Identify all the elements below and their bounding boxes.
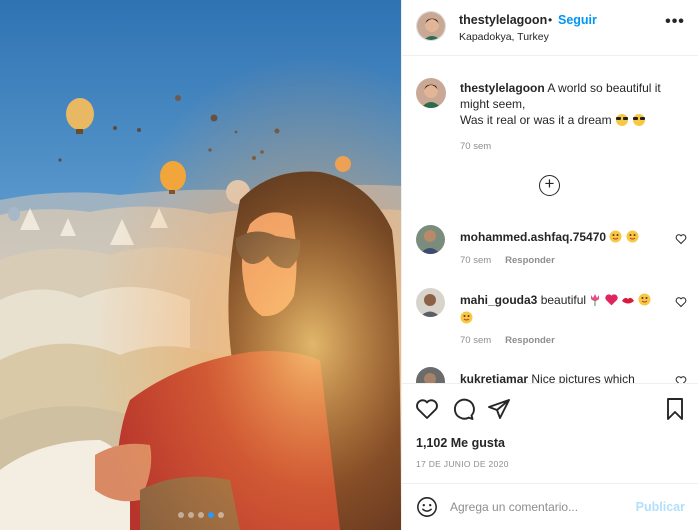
- share-send-icon[interactable]: [487, 397, 511, 421]
- commenter-avatar[interactable]: [416, 225, 445, 254]
- carousel-dot[interactable]: [187, 512, 194, 518]
- commenter-avatar[interactable]: [416, 367, 445, 383]
- heart-emoji-icon: [605, 294, 618, 310]
- carousel-dot-active[interactable]: [207, 512, 214, 518]
- face-emoji-icon: [460, 311, 473, 328]
- comment-text: mahi_gouda3 beautiful: [460, 292, 668, 328]
- carousel-dot[interactable]: [197, 512, 204, 518]
- face-emoji-icon: [638, 293, 651, 310]
- instagram-post: thestylelagoon • Seguir Kapadokya, Turke…: [0, 0, 698, 530]
- comment-username[interactable]: mohammed.ashfaq.75470: [460, 230, 606, 244]
- likes-count[interactable]: 1,102 Me gusta: [416, 436, 505, 450]
- face-emoji-icon: [609, 230, 622, 247]
- carousel-dot[interactable]: [177, 512, 184, 518]
- like-comment-icon[interactable]: [675, 233, 687, 245]
- post-actions: 1,102 Me gusta 17 DE JUNIO DE 2020 Publi…: [402, 383, 698, 530]
- carousel-dot[interactable]: [217, 512, 224, 518]
- comment-meta: 70 sem Responder: [460, 335, 555, 346]
- tulip-emoji-icon: [589, 293, 601, 310]
- comment-timestamp[interactable]: 70 sem: [460, 335, 491, 346]
- face-emoji-icon: [626, 230, 639, 247]
- reply-button[interactable]: Responder: [505, 335, 555, 346]
- follow-button[interactable]: Seguir: [558, 13, 597, 27]
- comment-username[interactable]: mahi_gouda3: [460, 293, 537, 307]
- like-comment-icon[interactable]: [675, 375, 687, 383]
- comment-username[interactable]: kukretiamar: [460, 372, 528, 383]
- sunglasses-emoji-icon: [632, 114, 646, 130]
- comment-body: Nice pictures which: [531, 372, 635, 383]
- comment-meta: 70 sem Responder: [460, 255, 555, 266]
- post-location[interactable]: Kapadokya, Turkey: [459, 31, 549, 43]
- like-heart-icon[interactable]: [415, 397, 439, 421]
- post-date[interactable]: 17 DE JUNIO DE 2020: [416, 459, 509, 469]
- emoji-smile-icon[interactable]: [416, 496, 438, 518]
- commenter-avatar[interactable]: [416, 288, 445, 317]
- caption-timestamp[interactable]: 70 sem: [460, 141, 491, 152]
- caption-text: thestylelagoon A world so beautiful it m…: [460, 80, 682, 130]
- comments-list[interactable]: thestylelagoon A world so beautiful it m…: [402, 57, 698, 383]
- post-photo[interactable]: [0, 0, 401, 530]
- comment-text: mohammed.ashfaq.75470: [460, 229, 668, 247]
- lips-emoji-icon: [621, 294, 635, 310]
- author-avatar[interactable]: [416, 11, 446, 41]
- more-options-icon[interactable]: •••: [665, 14, 685, 35]
- author-username[interactable]: thestylelagoon: [459, 13, 547, 27]
- add-comment-bar: Publicar: [402, 483, 698, 530]
- header-separator: •: [548, 13, 553, 27]
- comment-text: kukretiamar Nice pictures which: [460, 371, 668, 383]
- comment-body: beautiful: [540, 293, 587, 307]
- post-header: thestylelagoon • Seguir Kapadokya, Turke…: [402, 0, 698, 56]
- save-bookmark-icon[interactable]: [663, 397, 687, 421]
- reply-button[interactable]: Responder: [505, 255, 555, 266]
- post-image: [0, 0, 401, 530]
- sunglasses-emoji-icon: [615, 114, 629, 130]
- publish-button[interactable]: Publicar: [636, 500, 685, 514]
- caption-line-2: Was it real or was it a dream: [460, 113, 612, 127]
- load-more-comments-button[interactable]: +: [539, 175, 560, 196]
- carousel-indicator: [0, 512, 401, 518]
- post-sidebar: thestylelagoon • Seguir Kapadokya, Turke…: [401, 0, 698, 530]
- comment-bubble-icon[interactable]: [451, 397, 475, 421]
- comment-timestamp[interactable]: 70 sem: [460, 255, 491, 266]
- caption-avatar[interactable]: [416, 78, 446, 108]
- caption-username[interactable]: thestylelagoon: [460, 81, 545, 95]
- comment-input[interactable]: [450, 498, 630, 516]
- like-comment-icon[interactable]: [675, 296, 687, 308]
